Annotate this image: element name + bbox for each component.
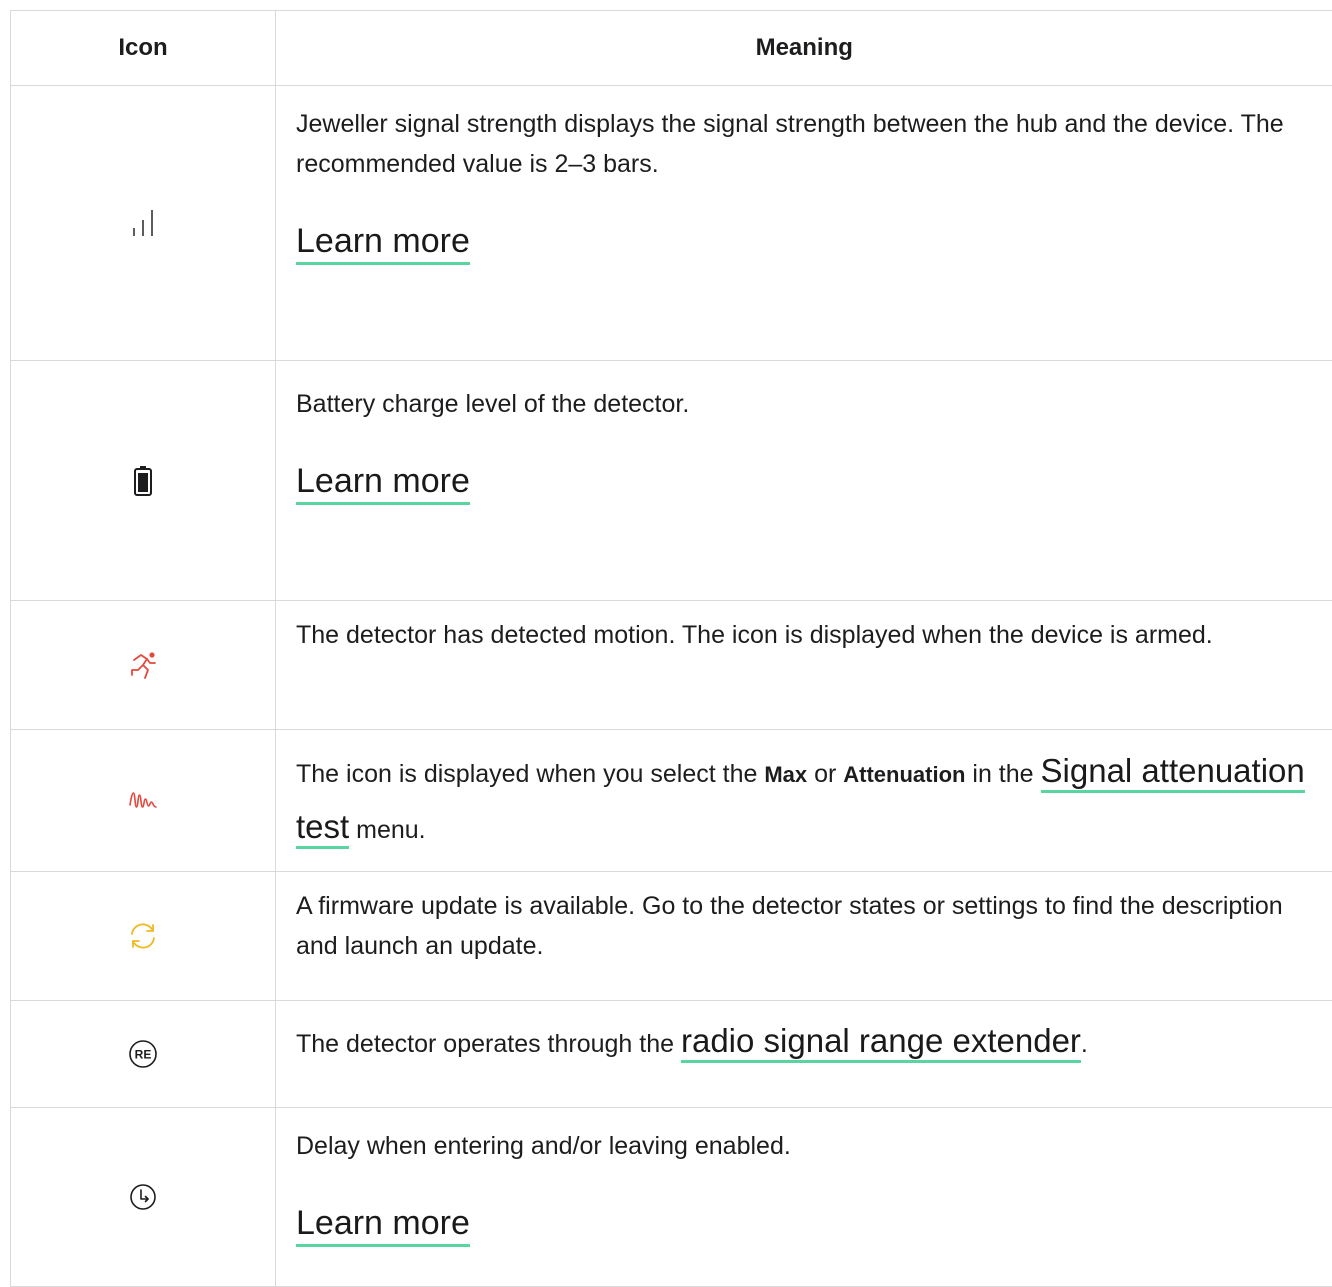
- learn-more-link[interactable]: Learn more: [296, 1204, 470, 1247]
- bold-attenuation: Attenuation: [843, 762, 965, 787]
- table-row: Battery charge level of the detector. Le…: [11, 361, 1332, 601]
- meaning-text: The icon is displayed when you select th…: [296, 745, 1313, 856]
- table-row: RE The detector operates through the rad…: [11, 1001, 1332, 1108]
- icon-cell: [11, 872, 276, 1001]
- meaning-text: The detector operates through the radio …: [296, 1021, 1313, 1064]
- motion-detected-icon: [128, 650, 158, 680]
- firmware-update-icon: [127, 920, 159, 952]
- table-header-row: Icon Meaning: [11, 11, 1332, 86]
- meaning-text: Delay when entering and/or leaving enabl…: [296, 1126, 1313, 1166]
- meaning-cell: Delay when entering and/or leaving enabl…: [276, 1108, 1332, 1287]
- table-row: Jeweller signal strength displays the si…: [11, 86, 1332, 361]
- text-segment: or: [807, 760, 843, 788]
- meaning-cell: A firmware update is available. Go to th…: [276, 872, 1332, 1001]
- icon-cell: [11, 730, 276, 872]
- meaning-cell: Jeweller signal strength displays the si…: [276, 86, 1332, 361]
- signal-attenuation-icon: [128, 789, 158, 813]
- text-segment: The icon is displayed when you select th…: [296, 760, 764, 788]
- text-segment: in the: [965, 760, 1040, 788]
- icon-cell: [11, 361, 276, 601]
- meaning-cell: The icon is displayed when you select th…: [276, 730, 1332, 872]
- text-segment: The detector operates through the: [296, 1030, 681, 1058]
- text-segment: menu.: [349, 816, 425, 844]
- meaning-text: The detector has detected motion. The ic…: [296, 615, 1313, 655]
- icon-cell: [11, 86, 276, 361]
- battery-icon: [133, 465, 153, 497]
- meaning-cell: The detector operates through the radio …: [276, 1001, 1332, 1108]
- table-row: Delay when entering and/or leaving enabl…: [11, 1108, 1332, 1287]
- range-extender-icon-label: RE: [135, 1048, 152, 1062]
- table-row: A firmware update is available. Go to th…: [11, 872, 1332, 1001]
- table-row: The icon is displayed when you select th…: [11, 730, 1332, 872]
- range-extender-link[interactable]: radio signal range extender: [681, 1022, 1081, 1063]
- icon-cell: [11, 601, 276, 730]
- header-meaning: Meaning: [276, 11, 1332, 86]
- delay-timer-icon: [128, 1182, 158, 1212]
- icon-cell: RE: [11, 1001, 276, 1108]
- bold-max: Max: [764, 762, 807, 787]
- text-segment: .: [1081, 1030, 1088, 1058]
- table-row: The detector has detected motion. The ic…: [11, 601, 1332, 730]
- meaning-text: A firmware update is available. Go to th…: [296, 886, 1313, 966]
- header-icon: Icon: [11, 11, 276, 86]
- signal-strength-icon: [131, 208, 155, 238]
- meaning-cell: Battery charge level of the detector. Le…: [276, 361, 1332, 601]
- learn-more-link[interactable]: Learn more: [296, 462, 470, 505]
- learn-more-link[interactable]: Learn more: [296, 222, 470, 265]
- range-extender-icon: RE: [128, 1039, 158, 1069]
- meaning-text: Jeweller signal strength displays the si…: [296, 104, 1313, 184]
- icons-table: Icon Meaning Jeweller signal strength di…: [10, 10, 1332, 1287]
- meaning-text: Battery charge level of the detector.: [296, 384, 1313, 424]
- icon-cell: [11, 1108, 276, 1287]
- meaning-cell: The detector has detected motion. The ic…: [276, 601, 1332, 730]
